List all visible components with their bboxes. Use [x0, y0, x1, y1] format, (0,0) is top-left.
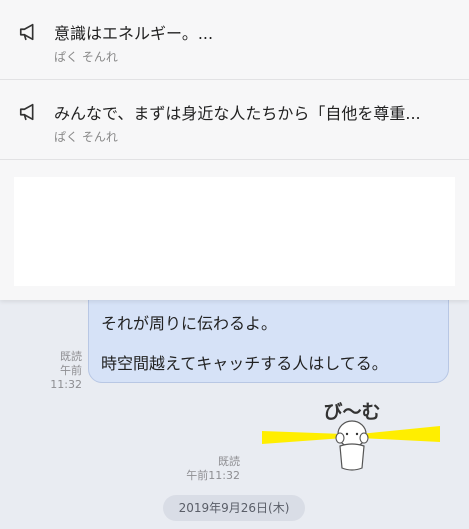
- beam-sticker[interactable]: び～む: [262, 398, 442, 478]
- announcement-panel: 意識はエネルギー。... ぱく そんれ みんなで、まずは身近な人たちから「自他を…: [0, 0, 469, 300]
- message-text-line: 時空間越えてキャッチする人はしてる。: [101, 354, 388, 373]
- read-receipt: 既読 午前11:32: [180, 455, 240, 483]
- blank-banner-area: [14, 177, 455, 286]
- announcement-item[interactable]: 意識はエネルギー。... ぱく そんれ: [0, 0, 469, 80]
- announcement-item[interactable]: みんなで、まずは身近な人たちから「自他を尊重... ぱく そんれ: [0, 80, 469, 160]
- megaphone-icon: [19, 23, 34, 41]
- message-text-line: それが周りに伝わるよ。: [101, 314, 278, 333]
- read-label: 既読: [60, 350, 82, 363]
- date-separator: 2019年9月26日(木): [163, 495, 305, 521]
- sticker-text: び～む: [323, 401, 380, 423]
- read-label: 既読: [218, 455, 240, 468]
- megaphone-icon: [19, 103, 34, 121]
- message-time: 午前11:32: [186, 469, 240, 482]
- message-time: 午前11:32: [50, 364, 82, 391]
- announcement-title: 意識はエネルギー。...: [54, 24, 214, 43]
- read-receipt: 既読 午前11:32: [40, 350, 82, 392]
- announcement-title: みんなで、まずは身近な人たちから「自他を尊重...: [54, 104, 421, 123]
- announcement-author: ぱく そんれ: [54, 130, 118, 144]
- announcement-author: ぱく そんれ: [54, 50, 118, 64]
